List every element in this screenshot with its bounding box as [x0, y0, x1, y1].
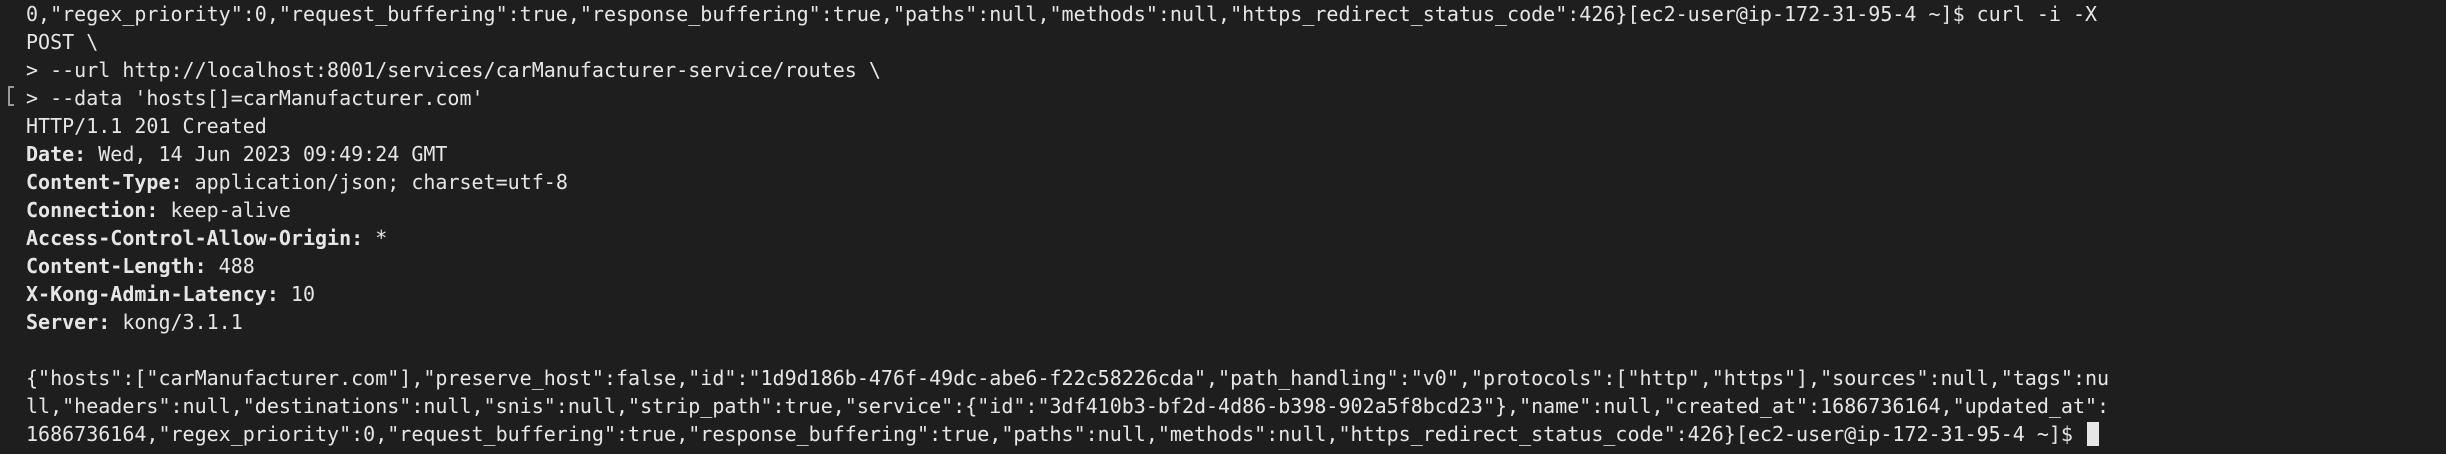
http-header-value: Wed, 14 Jun 2023 09:49:24 GMT: [86, 142, 448, 166]
http-header-value: application/json; charset=utf-8: [182, 170, 568, 194]
terminal-line: POST \: [26, 30, 99, 54]
http-status-line: HTTP/1.1 201 Created: [26, 114, 267, 138]
http-header-name: Content-Type:: [26, 170, 183, 194]
http-header-line: Server: kong/3.1.1: [26, 308, 2446, 336]
http-header-line: Content-Type: application/json; charset=…: [26, 168, 2446, 196]
terminal-line: 0,"regex_priority":0,"request_buffering"…: [26, 2, 2098, 26]
http-header-name: Access-Control-Allow-Origin:: [26, 226, 364, 250]
http-header-name: Content-Length:: [26, 254, 207, 278]
response-body-tail: 1686736164,"regex_priority":0,"request_b…: [26, 422, 2086, 446]
http-header-value: keep-alive: [158, 198, 291, 222]
http-header-value: kong/3.1.1: [110, 310, 243, 334]
http-header-value: 10: [278, 282, 315, 306]
response-body-line: {"hosts":["carManufacturer.com"],"preser…: [26, 366, 2110, 390]
terminal-line: > --url http://localhost:8001/services/c…: [26, 58, 881, 82]
response-body-line: ll,"headers":null,"destinations":null,"s…: [26, 394, 2110, 418]
http-header-name: Date:: [26, 142, 87, 166]
terminal-window[interactable]: 0,"regex_priority":0,"request_buffering"…: [0, 0, 2446, 454]
prompt-marker: [8, 86, 14, 106]
cursor: [2087, 422, 2100, 446]
http-header-line: X-Kong-Admin-Latency: 10: [26, 280, 2446, 308]
http-header-name: Connection:: [26, 198, 159, 222]
http-header-line: Connection: keep-alive: [26, 196, 2446, 224]
http-header-name: Server:: [26, 310, 111, 334]
prompt-line: 1686736164,"regex_priority":0,"request_b…: [26, 420, 2446, 448]
http-header-line: Date: Wed, 14 Jun 2023 09:49:24 GMT: [26, 140, 2446, 168]
http-header-line: Access-Control-Allow-Origin: *: [26, 224, 2446, 252]
http-header-value: *: [363, 226, 388, 250]
http-header-line: Content-Length: 488: [26, 252, 2446, 280]
terminal-line: > --data 'hosts[]=carManufacturer.com': [26, 86, 484, 110]
http-header-name: X-Kong-Admin-Latency:: [26, 282, 279, 306]
http-header-value: 488: [206, 254, 255, 278]
